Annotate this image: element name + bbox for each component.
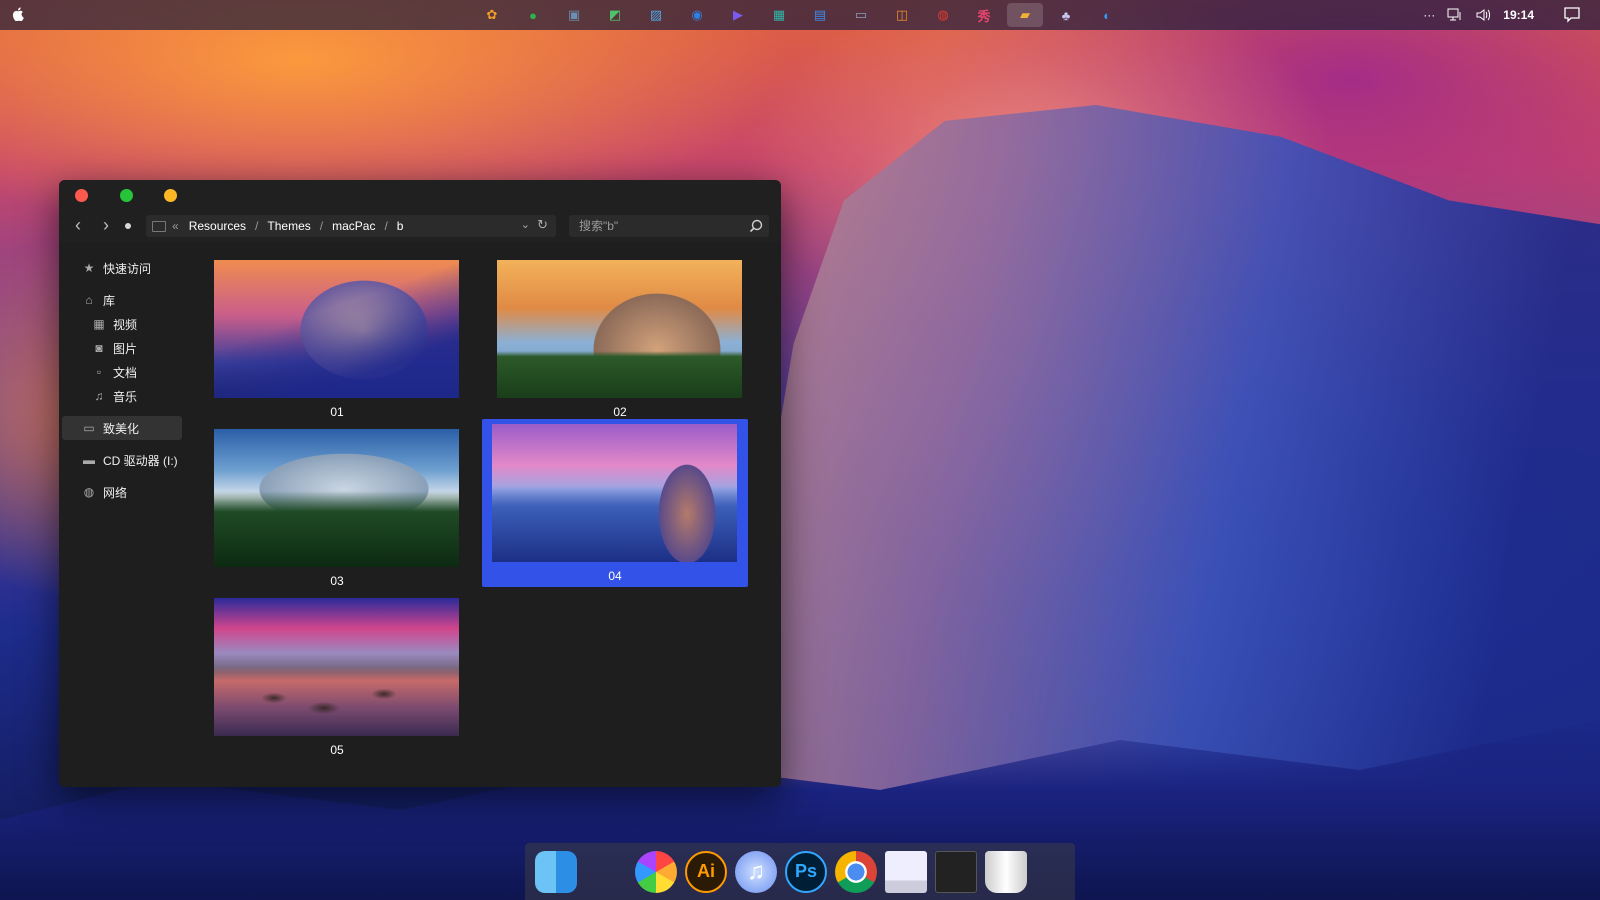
sidebar-item-pictures[interactable]: ◙ 图片 [59,336,199,360]
layers-icon[interactable]: ◫ [890,3,914,27]
chrome-icon[interactable] [835,850,877,893]
folder-icon[interactable]: ▰ [1007,3,1043,27]
search-placeholder: 搜索"b" [579,219,619,233]
back-button[interactable]: ‹ [69,216,87,236]
clipboard-icon[interactable]: ▤ [808,3,832,27]
meitu-icon[interactable]: 秀 [972,3,996,27]
thumbnail-image [214,429,459,567]
apple-icon[interactable] [12,7,24,21]
file-item[interactable]: 01 [204,255,470,423]
illustrator-icon[interactable]: Ai [685,850,727,893]
chevron-down-icon[interactable]: ⌄ [521,218,530,231]
play-icon[interactable]: ▶ [726,3,750,27]
file-item-selected[interactable]: 04 [482,419,748,587]
sidebar-item-videos[interactable]: ▦ 视频 [59,312,199,336]
computer-icon: ▭ [83,421,95,435]
globe-icon: ◍ [83,485,95,499]
forward-button[interactable]: › [97,216,115,236]
document-icon: ▫ [96,365,102,379]
volume-icon[interactable] [1475,8,1491,22]
breadcrumb-b[interactable]: b [397,219,404,233]
sketch-icon[interactable] [585,851,627,893]
thumbnail-image [497,260,742,398]
image-frame-icon[interactable]: ▣ [562,3,586,27]
file-explorer-window: ‹ › « Resources / Themes / macPac / b ⌄ … [59,180,781,787]
photoshop-icon[interactable]: Ps [785,850,827,893]
navigation-pane: ★ 快速访问 ⌂ 库 ▦ 视频 ◙ 图片 ▫ 文档 ♫ 音乐 ▭ 致美化 ▬ C… [59,242,199,787]
file-grid: 01 02 03 04 05 [199,242,781,787]
network-icon[interactable] [1447,8,1463,22]
clock[interactable]: 19:14 [1503,8,1534,22]
top-menu-bar: ✿ ● ▣ ◩ ▨ ◉ ▶ ▦ ▤ ▭ ◫ ◍ 秀 ▰ ♣ ◐ ··· 19:14 [0,0,1600,30]
chart-green-icon[interactable]: ◩ [603,3,627,27]
search-icon[interactable] [749,219,763,233]
photo-viewer-icon[interactable]: ▨ [644,3,668,27]
music-note-icon: ♫ [94,389,104,403]
breadcrumb-overflow[interactable]: « [172,219,179,233]
sidebar-item-music[interactable]: ♫ 音乐 [59,384,199,408]
star-icon: ★ [83,261,95,275]
toolbar: ‹ › « Resources / Themes / macPac / b ⌄ … [59,210,781,242]
trash-icon[interactable] [985,850,1027,893]
sidebar-item-documents[interactable]: ▫ 文档 [59,360,199,384]
title-bar[interactable] [59,180,781,210]
photos-icon[interactable] [635,850,677,893]
file-item[interactable]: 05 [204,593,470,761]
sidebar-item-cd-drive[interactable]: ▬ CD 驱动器 (I:) [59,448,199,472]
screen-capture-icon[interactable]: ▦ [767,3,791,27]
finder-icon[interactable] [535,850,577,893]
dock: Ai ♫ Ps [525,843,1075,900]
camera-icon: ◙ [95,341,103,355]
itunes-icon[interactable]: ♫ [735,850,777,893]
more-icon[interactable]: ··· [1423,8,1435,22]
explorer-body: ★ 快速访问 ⌂ 库 ▦ 视频 ◙ 图片 ▫ 文档 ♫ 音乐 ▭ 致美化 ▬ C… [59,242,781,787]
taskbar-apps: ✿ ● ▣ ◩ ▨ ◉ ▶ ▦ ▤ ▭ ◫ ◍ 秀 ▰ ♣ ◐ [480,3,1119,27]
close-button[interactable] [75,189,88,202]
terminal-app-icon[interactable] [935,850,977,893]
preview-icon[interactable] [885,850,927,893]
refresh-icon[interactable]: ↻ [537,217,548,233]
terminal-icon[interactable]: ▭ [849,3,873,27]
breadcrumb-macpac[interactable]: macPac [332,219,375,233]
file-item[interactable]: 02 [487,255,753,423]
recent-locations-icon[interactable] [125,223,131,229]
notifications-icon[interactable] [1564,7,1580,23]
thumbnail-image [214,598,459,736]
netease-music-icon[interactable]: ◍ [931,3,955,27]
maximize-button[interactable] [120,189,133,202]
qq-icon[interactable]: ♣ [1054,3,1078,27]
status-area: ··· 19:14 [1423,0,1580,30]
address-bar[interactable]: « Resources / Themes / macPac / b ⌄ ↻ [146,215,556,237]
wechat-icon[interactable]: ● [521,3,545,27]
sidebar-item-customize[interactable]: ▭ 致美化 [62,416,182,440]
library-icon: ⌂ [85,293,93,307]
paw-icon[interactable]: ✿ [480,3,504,27]
file-item[interactable]: 03 [204,424,470,592]
breadcrumb-themes[interactable]: Themes [267,219,310,233]
search-input[interactable]: 搜索"b" [569,215,769,237]
thumbnail-image [492,424,737,562]
cd-drive-icon: ▬ [83,453,95,467]
sidebar-item-library[interactable]: ⌂ 库 [59,288,199,312]
breadcrumb-resources[interactable]: Resources [189,219,246,233]
globe-blue-icon[interactable]: ◉ [685,3,709,27]
sidebar-item-quick-access[interactable]: ★ 快速访问 [59,256,199,280]
sidebar-item-network[interactable]: ◍ 网络 [59,480,199,504]
film-icon: ▦ [93,317,105,331]
minimize-button[interactable] [164,189,177,202]
browser-icon[interactable]: ◐ [1095,3,1119,27]
thumbnail-image [214,260,459,398]
folder-icon [152,220,166,232]
